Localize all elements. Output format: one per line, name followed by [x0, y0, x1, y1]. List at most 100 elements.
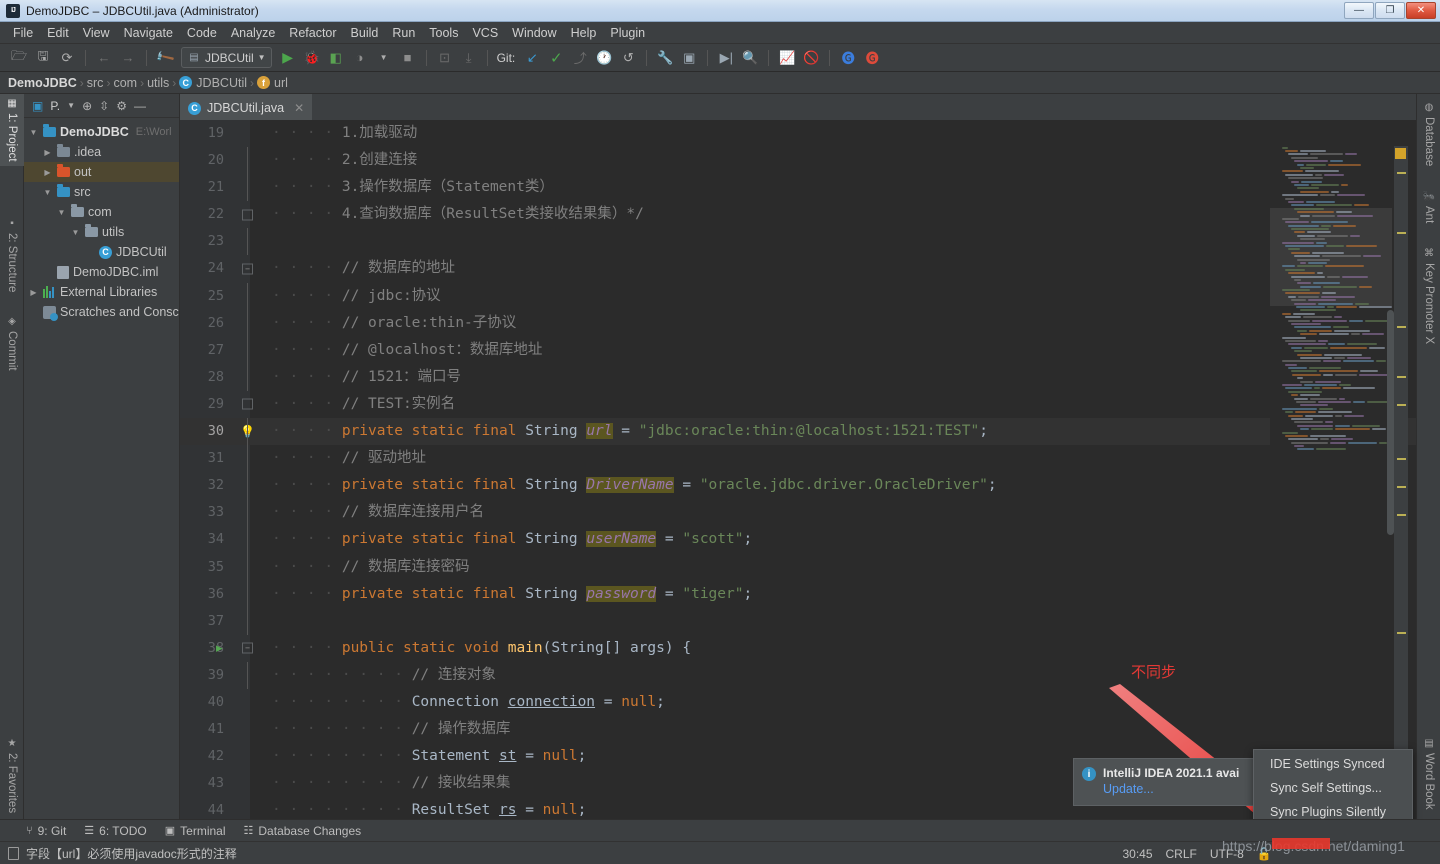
code-line[interactable]: 31 · · · · // 驱动地址 — [180, 445, 1416, 473]
code-folding-icon[interactable]: − — [242, 263, 253, 275]
code-line[interactable]: 34 · · · · private static final String us… — [180, 526, 1416, 554]
breadcrumb-item-src[interactable]: src — [87, 76, 104, 90]
code-line[interactable]: 29 · · · · // TEST:实例名 — [180, 391, 1416, 418]
chevron-right-icon[interactable]: ▶ — [42, 148, 53, 157]
google-translate-blue-icon[interactable]: 🅖 — [837, 47, 859, 69]
chevron-down-icon[interactable]: ▼ — [42, 188, 53, 197]
git-revert-icon[interactable]: ↺ — [617, 47, 639, 69]
code-line[interactable]: 30 💡 · · · · private static final String u… — [180, 418, 1416, 446]
stripe-marker[interactable] — [1397, 632, 1406, 634]
chevron-down-icon[interactable]: ▼ — [67, 101, 75, 110]
sidebar-item-structure[interactable]: ▪ 2: Structure — [0, 214, 24, 304]
stripe-marker[interactable] — [1397, 172, 1406, 174]
intention-bulb-icon[interactable]: 💡 — [240, 425, 255, 438]
menu-item-build[interactable]: Build — [344, 24, 386, 42]
bottom-tab-6--todo[interactable]: ☰ 6: TODO — [84, 824, 146, 838]
code-line[interactable]: 41 · · · · · · · · // 操作数据库 — [180, 716, 1416, 743]
code-line[interactable]: 23 — [180, 228, 1416, 256]
block-icon[interactable]: 🚫 — [800, 47, 822, 69]
stripe-marker[interactable] — [1397, 232, 1406, 234]
bottom-tab-database-changes[interactable]: ☷ Database Changes — [244, 824, 362, 838]
chevron-down-icon[interactable]: ▼ — [70, 228, 81, 237]
breadcrumb-item-demojdbc[interactable]: DemoJDBC — [8, 76, 77, 90]
chevron-down-icon[interactable]: ▼ — [258, 53, 266, 62]
tree-node-external-libraries[interactable]: ▶ External Libraries — [24, 282, 179, 302]
caret-position[interactable]: 30:45 — [1122, 847, 1152, 861]
project-view-icon[interactable]: ▣ — [32, 99, 43, 113]
sidebar-item-project[interactable]: ▦ 1: Project — [0, 94, 24, 166]
code-line[interactable]: 38 ▶ − · · · · public static void main(Stri… — [180, 635, 1416, 662]
sync-refresh-icon[interactable]: ⟳ — [56, 47, 78, 69]
debug-icon[interactable]: 🐞 — [301, 47, 323, 69]
chevron-right-icon[interactable]: ▶ — [28, 288, 39, 297]
git-commit-icon[interactable]: ✓ — [545, 47, 567, 69]
google-translate-red-icon[interactable]: 🅖 — [861, 47, 883, 69]
code-line[interactable]: 27 · · · · // @localhost：数据库地址 — [180, 336, 1416, 364]
stripe-marker[interactable] — [1397, 458, 1406, 460]
menu-item-refactor[interactable]: Refactor — [282, 24, 343, 42]
editor-error-stripe[interactable] — [1394, 146, 1408, 829]
git-push-icon[interactable]: ⤴ — [569, 47, 591, 69]
run-gutter-icon[interactable]: ▶ — [216, 635, 223, 662]
code-line[interactable]: 39 · · · · · · · · // 连接对象 — [180, 661, 1416, 689]
sidebar-item-favorites[interactable]: ★ 2: Favorites — [0, 734, 24, 826]
stripe-marker[interactable] — [1397, 326, 1406, 328]
terminal-toolbar-icon[interactable]: ▶| — [715, 47, 737, 69]
code-line[interactable]: 20 · · · · 2.创建连接 — [180, 147, 1416, 175]
breadcrumb-item-com[interactable]: com — [113, 76, 137, 90]
profile-dropdown-icon[interactable]: ▼ — [373, 47, 395, 69]
activity-monitor-icon[interactable]: 📈 — [776, 47, 798, 69]
breadcrumb-item-url[interactable]: f url — [257, 76, 288, 90]
menu-item-tools[interactable]: Tools — [422, 24, 465, 42]
tree-node-scratches-and-consc[interactable]: Scratches and Consc — [24, 302, 179, 322]
tree-node-com[interactable]: ▼ com — [24, 202, 179, 222]
code-line[interactable]: 21 · · · · 3.操作数据库（Statement类） — [180, 174, 1416, 202]
hide-panel-icon[interactable]: — — [134, 99, 146, 113]
code-line[interactable]: 36 · · · · private static final String pa… — [180, 580, 1416, 608]
code-line[interactable]: 25 · · · · // jdbc:协议 — [180, 282, 1416, 310]
code-line[interactable]: 24 − · · · · // 数据库的地址 — [180, 255, 1416, 282]
line-separator[interactable]: CRLF — [1166, 847, 1197, 861]
stop-icon[interactable]: ■ — [397, 47, 419, 69]
menu-item-edit[interactable]: Edit — [40, 24, 76, 42]
tree-node-demojdbc[interactable]: ▼ DemoJDBC E:\Worl — [24, 122, 179, 142]
navigate-forward-icon[interactable]: → — [117, 47, 139, 69]
notification-update-link[interactable]: Update... — [1103, 782, 1239, 796]
stripe-marker[interactable] — [1397, 404, 1406, 406]
chevron-right-icon[interactable]: ▶ — [42, 168, 53, 177]
code-editor[interactable]: 19 · · · · 1.加载驱动 20 · · · · 2.创建连接 21 · · · … — [180, 120, 1416, 829]
maximize-button[interactable]: ❐ — [1375, 2, 1405, 19]
sidebar-item-commit[interactable]: ◈ Commit — [0, 312, 24, 382]
collapse-all-icon[interactable]: ⇳ — [99, 99, 109, 113]
code-folding-icon[interactable] — [242, 398, 253, 410]
git-update-project-icon[interactable]: ↙ — [521, 47, 543, 69]
stripe-marker[interactable] — [1397, 376, 1406, 378]
menu-item-navigate[interactable]: Navigate — [117, 24, 180, 42]
run-coverage-icon[interactable]: ◧ — [325, 47, 347, 69]
breadcrumb-item-utils[interactable]: utils — [147, 76, 169, 90]
code-folding-icon[interactable] — [242, 209, 253, 221]
menu-item-window[interactable]: Window — [505, 24, 563, 42]
code-line[interactable]: 40 · · · · · · · · Connection connection … — [180, 689, 1416, 716]
window-controls[interactable]: — ❐ ✕ — [1344, 2, 1436, 19]
sidebar-item-key-promoter[interactable]: ⌘ Key Promoter X — [1417, 244, 1440, 369]
bottom-tab-terminal[interactable]: ▣ Terminal — [165, 824, 226, 838]
sidebar-item-ant[interactable]: 🐜 Ant — [1417, 186, 1440, 234]
editor-minimap[interactable] — [1270, 146, 1392, 829]
tree-node-jdbcutil[interactable]: C JDBCUtil — [24, 242, 179, 262]
tab-jdbcutil-java[interactable]: C JDBCUtil.java ✕ — [180, 94, 313, 120]
locate-icon[interactable]: ⊕ — [82, 99, 92, 113]
save-all-icon[interactable]: 🖫 — [32, 47, 54, 69]
tree-node-out[interactable]: ▶ out — [24, 162, 179, 182]
stripe-marker[interactable] — [1397, 514, 1406, 516]
code-folding-icon[interactable]: − — [242, 642, 253, 654]
project-structure-icon[interactable]: ▣ — [678, 47, 700, 69]
bottom-tab-9--git[interactable]: ⑂ 9: Git — [26, 824, 66, 838]
tree-node-src[interactable]: ▼ src — [24, 182, 179, 202]
notification-balloon[interactable]: i IntelliJ IDEA 2021.1 avai Update... — [1073, 758, 1268, 806]
settings-gear-icon[interactable]: ⚙ — [116, 99, 127, 113]
menu-item-code[interactable]: Code — [180, 24, 224, 42]
tree-node--idea[interactable]: ▶ .idea — [24, 142, 179, 162]
code-line[interactable]: 19 · · · · 1.加载驱动 — [180, 120, 1416, 147]
stripe-marker[interactable] — [1397, 486, 1406, 488]
